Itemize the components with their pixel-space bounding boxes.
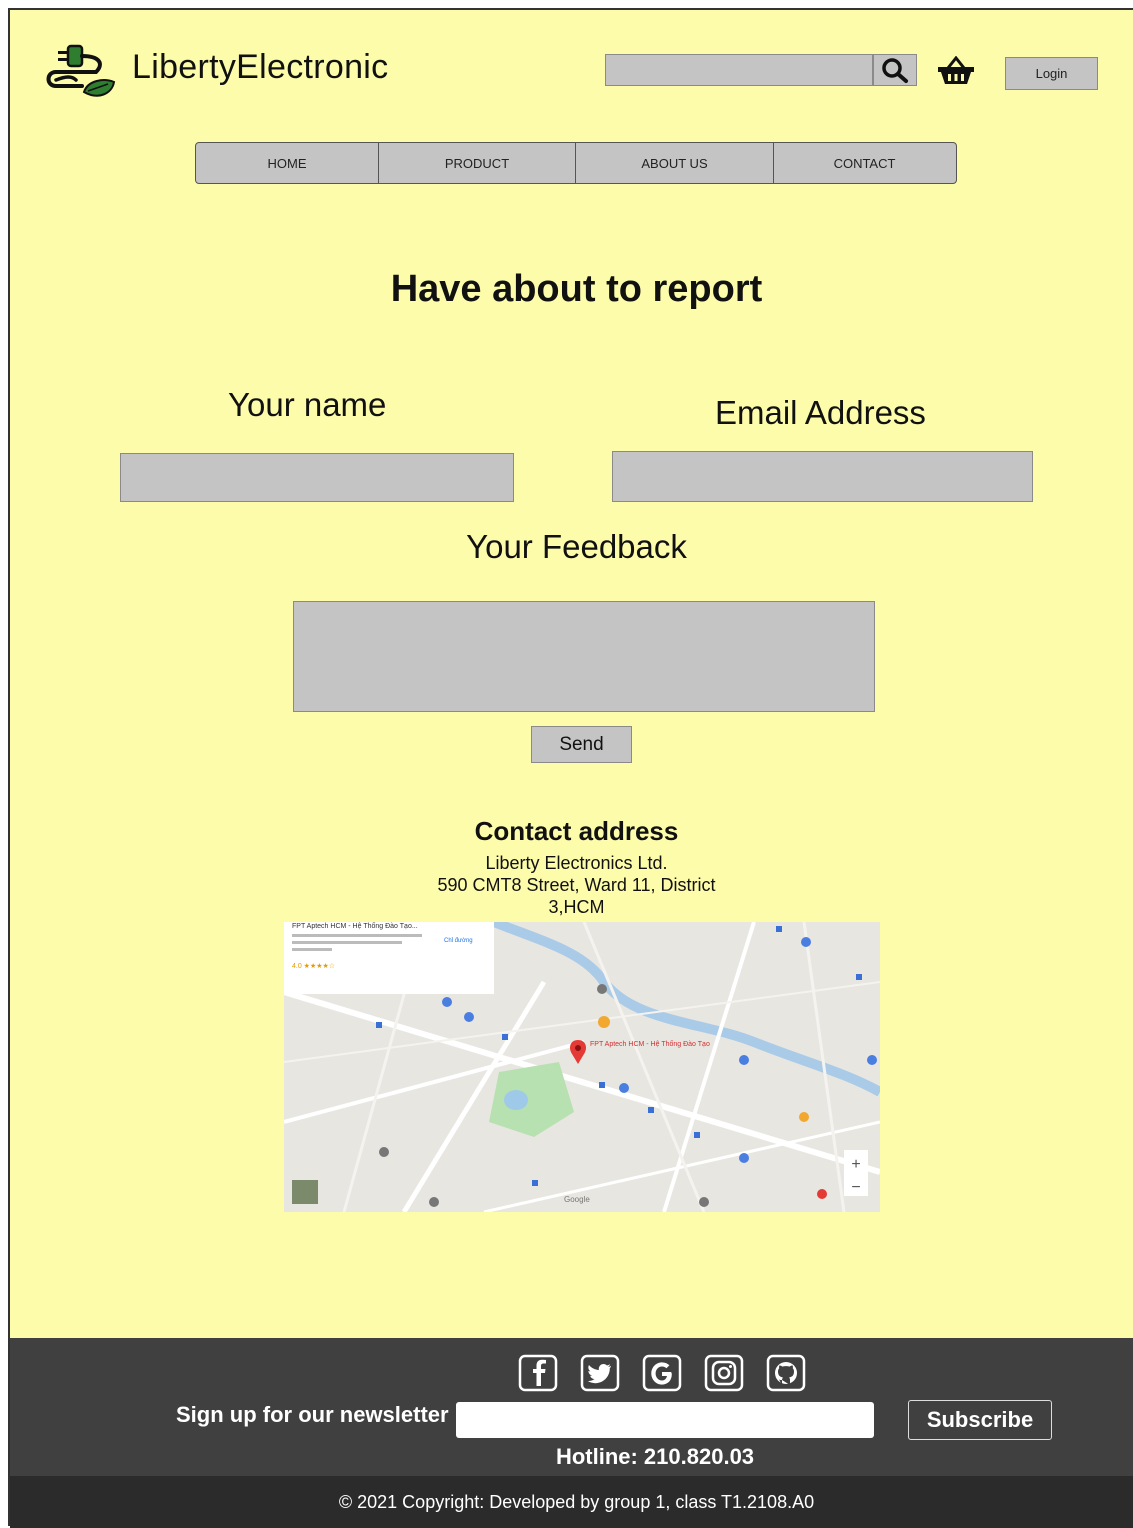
map-directions-link[interactable]: Chỉ đường [444, 937, 473, 944]
instagram-icon[interactable] [704, 1354, 744, 1392]
hotline: Hotline: 210.820.03 [555, 1444, 755, 1469]
page-title: Have about to report [390, 268, 763, 310]
page: LibertyElectronic Login HOME PRODUCT ABO… [8, 8, 1133, 1528]
newsletter-label: Sign up for our newsletter [176, 1402, 449, 1427]
feedback-textarea[interactable] [293, 601, 875, 712]
nav-contact[interactable]: CONTACT [773, 143, 955, 183]
newsletter-email-input[interactable] [456, 1402, 874, 1438]
address-line-3: 3,HCM [548, 897, 605, 917]
map-pin-label: FPT Aptech HCM - Hệ Thống Đào Tạo [590, 1039, 710, 1048]
map-zoom-out[interactable]: − [851, 1179, 860, 1196]
basket-icon[interactable] [936, 56, 976, 86]
search-button[interactable] [873, 54, 917, 86]
map-provider-logo: Google [564, 1195, 590, 1204]
map-rating: 4.0 ★★★★☆ [292, 962, 335, 970]
login-button[interactable]: Login [1005, 57, 1098, 90]
copyright-text: © 2021 Copyright: Developed by group 1, … [338, 1492, 815, 1512]
nav-about-us[interactable]: ABOUT US [575, 143, 773, 183]
email-field[interactable] [612, 451, 1033, 502]
embedded-map[interactable]: FPT Aptech HCM - Hệ Thống Đào Tạo... 4.0… [284, 922, 880, 1212]
google-icon[interactable] [642, 1354, 682, 1392]
github-icon[interactable] [766, 1354, 806, 1392]
name-label: Your name [228, 386, 387, 423]
email-label: Email Address [715, 394, 926, 431]
facebook-icon[interactable] [518, 1354, 558, 1392]
nav-home[interactable]: HOME [196, 143, 378, 183]
main-nav: HOME PRODUCT ABOUT US CONTACT [195, 142, 957, 184]
twitter-icon[interactable] [580, 1354, 620, 1392]
subscribe-button[interactable]: Subscribe [908, 1400, 1052, 1440]
send-button[interactable]: Send [531, 726, 632, 763]
search-icon [882, 58, 908, 83]
plug-leaf-icon[interactable] [42, 42, 118, 104]
contact-title: Contact address [474, 816, 679, 846]
address-line-1: Liberty Electronics Ltd. [485, 853, 668, 873]
map-place-name: FPT Aptech HCM - Hệ Thống Đào Tạo... [292, 922, 418, 930]
nav-product[interactable]: PRODUCT [378, 143, 575, 183]
brand-name[interactable]: LibertyElectronic [132, 48, 388, 87]
name-field[interactable] [120, 453, 514, 502]
address-line-2: 590 CMT8 Street, Ward 11, District [437, 875, 716, 895]
map-zoom-in[interactable]: + [851, 1156, 860, 1173]
search-input[interactable] [605, 54, 873, 86]
contact-address: Liberty Electronics Ltd. 590 CMT8 Street… [10, 852, 1133, 918]
feedback-label: Your Feedback [466, 528, 687, 565]
